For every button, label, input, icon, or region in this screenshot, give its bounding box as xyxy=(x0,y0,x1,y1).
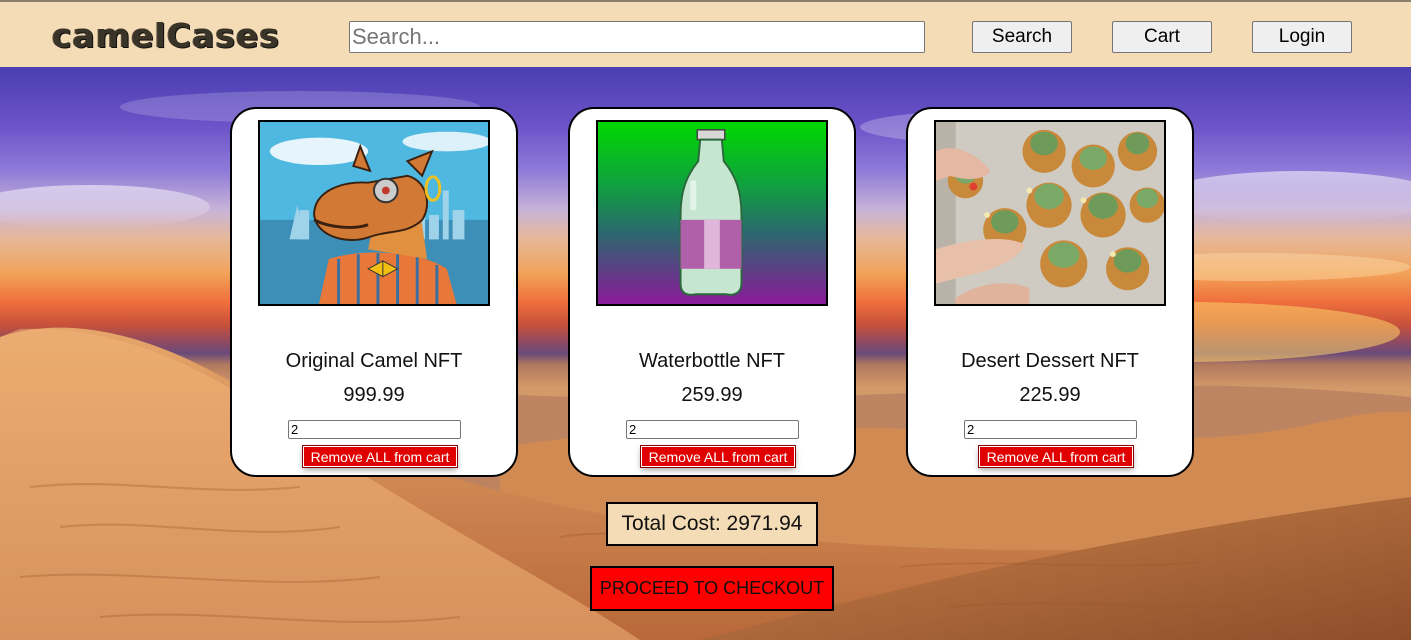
cart-button[interactable]: Cart xyxy=(1112,21,1212,53)
login-button[interactable]: Login xyxy=(1252,21,1352,53)
quantity-input[interactable] xyxy=(626,420,799,439)
top-nav-bar: camelCases Search Cart Login xyxy=(0,0,1411,67)
remove-all-button[interactable]: Remove ALL from cart xyxy=(640,445,796,468)
quantity-input[interactable] xyxy=(964,420,1137,439)
search-button[interactable]: Search xyxy=(972,21,1072,53)
waterbottle-nft-image xyxy=(596,120,828,306)
cart-item-card: Desert Dessert NFT 225.99 Remove ALL fro… xyxy=(906,107,1194,477)
quantity-input[interactable] xyxy=(288,420,461,439)
remove-all-button[interactable]: Remove ALL from cart xyxy=(978,445,1134,468)
product-price: 999.99 xyxy=(343,384,405,406)
total-cost: Total Cost: 2971.94 xyxy=(606,502,818,546)
product-price: 259.99 xyxy=(681,384,743,406)
product-name: Desert Dessert NFT xyxy=(961,350,1139,372)
product-name: Waterbottle NFT xyxy=(639,350,785,372)
search-input[interactable] xyxy=(349,21,925,53)
product-price: 225.99 xyxy=(1019,384,1081,406)
desert-dessert-nft-image xyxy=(934,120,1166,306)
product-name: Original Camel NFT xyxy=(285,350,463,372)
camel-nft-image xyxy=(258,120,490,306)
proceed-to-checkout-button[interactable]: PROCEED TO CHECKOUT xyxy=(590,566,834,611)
cart-item-card: Original Camel NFT 999.99 Remove ALL fro… xyxy=(230,107,518,477)
site-logo[interactable]: camelCases xyxy=(52,16,280,55)
remove-all-button[interactable]: Remove ALL from cart xyxy=(302,445,458,468)
cart-item-card: Waterbottle NFT 259.99 Remove ALL from c… xyxy=(568,107,856,477)
